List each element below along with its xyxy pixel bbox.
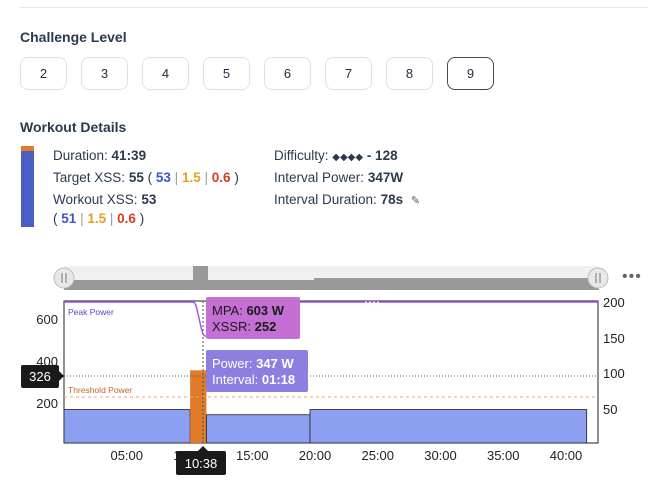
right-tick-200: 200	[603, 295, 625, 310]
right-tick-100: 100	[603, 366, 625, 381]
y-readout-value: 326	[29, 369, 51, 384]
mpa-label: MPA:	[212, 303, 243, 318]
right-tick-50: 50	[603, 402, 617, 417]
svg-text:XSSR: 252: XSSR: 252	[212, 319, 276, 334]
power-label: Power:	[212, 356, 252, 371]
interval-value: 01:18	[262, 372, 295, 387]
power-segment-3	[309, 409, 588, 444]
threshold-power-label: Threshold Power	[68, 385, 132, 395]
xssr-value: 252	[255, 319, 277, 334]
y-readout: 326	[21, 365, 64, 388]
left-tick-600: 600	[36, 312, 58, 327]
interval-bar	[190, 370, 207, 443]
workout-chart: Peak Power Threshold Power 600 400 200 2…	[21, 266, 625, 475]
workout-power-area	[63, 370, 588, 444]
x-tick-25-00: 25:00	[361, 448, 394, 463]
x-tick-15-00: 15:00	[236, 448, 269, 463]
x-tick-05-00: 05:00	[110, 448, 143, 463]
svg-text:Interval: 01:18: Interval: 01:18	[212, 372, 295, 387]
scrubber-right-handle[interactable]	[587, 267, 609, 289]
svg-text:Power: 347 W: Power: 347 W	[212, 356, 294, 371]
power-segment-0	[63, 409, 191, 444]
peak-power-line	[64, 301, 598, 337]
mpa-tooltip: MPA: 603 W XSSR: 252	[206, 297, 300, 339]
power-segment-2	[206, 414, 311, 444]
x-tick-20-00: 20:00	[299, 448, 332, 463]
left-tick-200: 200	[36, 396, 58, 411]
x-tick-30-00: 30:00	[424, 448, 457, 463]
x-tick-35-00: 35:00	[487, 448, 520, 463]
range-scrubber[interactable]	[53, 266, 609, 290]
interval-label: Interval:	[212, 372, 258, 387]
x-tick-40-00: 40:00	[550, 448, 583, 463]
right-tick-150: 150	[603, 331, 625, 346]
power-tooltip: Power: 347 W Interval: 01:18	[206, 350, 308, 392]
xssr-label: XSSR:	[212, 319, 251, 334]
x-readout-value: 10:38	[185, 456, 218, 471]
scrubber-left-handle[interactable]	[53, 267, 75, 289]
peak-power-label: Peak Power	[68, 307, 114, 317]
svg-text:MPA: 603 W: MPA: 603 W	[212, 303, 285, 318]
power-value: 347 W	[256, 356, 294, 371]
mpa-value: 603 W	[246, 303, 284, 318]
